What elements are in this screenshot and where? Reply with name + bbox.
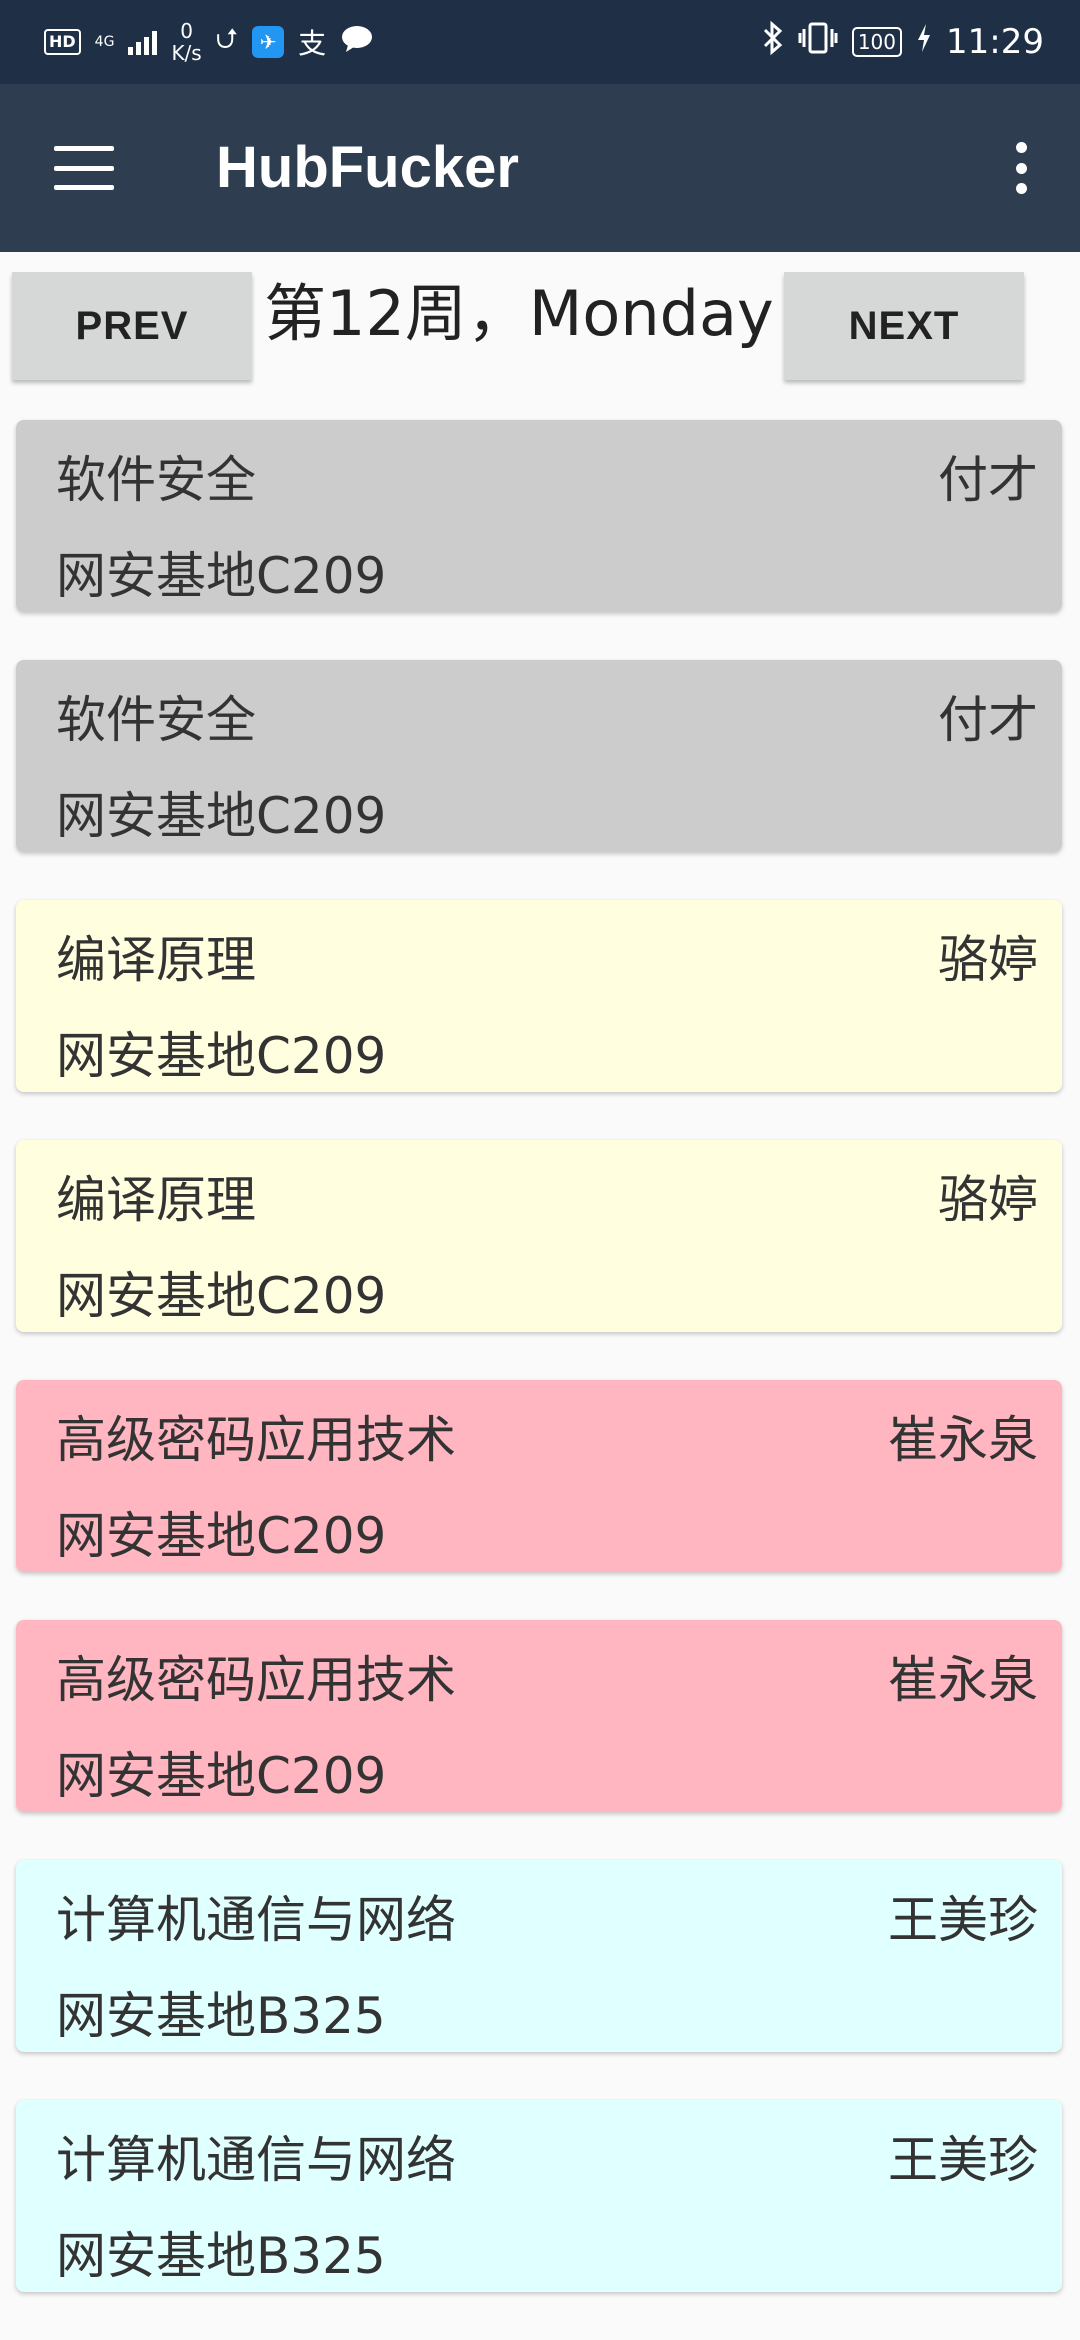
chat-icon — [340, 24, 374, 61]
course-card[interactable]: 软件安全 付才 网安基地C209 — [16, 420, 1062, 612]
app-bar: HubFucker — [0, 84, 1080, 252]
course-card[interactable]: 编译原理 骆婷 网安基地C209 — [16, 900, 1062, 1092]
course-room: 网安基地C209 — [56, 1747, 387, 1805]
course-card[interactable]: 软件安全 付才 网安基地C209 — [16, 660, 1062, 852]
course-name: 高级密码应用技术 — [56, 1411, 456, 1469]
charging-icon — [916, 22, 932, 62]
course-name: 计算机通信与网络 — [56, 2131, 456, 2189]
usb-icon: ⮍ — [215, 22, 239, 55]
course-name: 计算机通信与网络 — [56, 1891, 456, 1949]
course-teacher: 崔永泉 — [888, 1411, 1038, 1469]
app-notification-icon: ✈ — [252, 26, 285, 58]
course-teacher: 骆婷 — [938, 931, 1038, 989]
prev-button[interactable]: PREV — [12, 272, 252, 380]
course-card[interactable]: 编译原理 骆婷 网安基地C209 — [16, 1140, 1062, 1332]
bluetooth-icon — [762, 20, 784, 65]
more-vert-icon[interactable] — [1014, 142, 1028, 194]
week-day-label: 第12周，Monday — [264, 277, 774, 350]
course-card[interactable]: 高级密码应用技术 崔永泉 网安基地C209 — [16, 1380, 1062, 1572]
course-list: 软件安全 付才 网安基地C209 软件安全 付才 网安基地C209 编译原理 骆… — [16, 420, 1064, 2340]
course-teacher: 付才 — [938, 691, 1038, 749]
course-room: 网安基地C209 — [56, 1267, 387, 1325]
alipay-icon: 支 — [298, 27, 327, 60]
course-teacher: 骆婷 — [938, 1171, 1038, 1229]
course-room: 网安基地C209 — [56, 547, 387, 605]
status-right-group: 100 11:29 — [762, 16, 1044, 68]
course-name: 编译原理 — [56, 931, 256, 989]
next-button[interactable]: NEXT — [784, 272, 1024, 380]
course-room: 网安基地C209 — [56, 1507, 387, 1565]
status-left-group: HD 4G 0 K/s ⮍ ✈ 支 — [44, 16, 374, 68]
course-room: 网安基地C209 — [56, 787, 387, 845]
course-card[interactable]: 计算机通信与网络 王美珍 网安基地B325 — [16, 2100, 1062, 2292]
course-teacher: 崔永泉 — [888, 1651, 1038, 1709]
course-card[interactable]: 计算机通信与网络 王美珍 网安基地B325 — [16, 1860, 1062, 2052]
course-name: 软件安全 — [56, 691, 256, 749]
hd-icon: HD — [44, 29, 81, 55]
course-teacher: 王美珍 — [888, 2131, 1038, 2189]
signal-icon — [128, 29, 158, 55]
week-navigation: PREV 第12周，Monday NEXT — [0, 252, 1080, 392]
course-name: 高级密码应用技术 — [56, 1651, 456, 1709]
course-teacher: 王美珍 — [888, 1891, 1038, 1949]
course-card[interactable]: 高级密码应用技术 崔永泉 网安基地C209 — [16, 1620, 1062, 1812]
network-speed: 0 K/s — [171, 19, 202, 65]
vibrate-icon — [798, 21, 838, 64]
network-type: 4G — [94, 34, 115, 50]
course-room: 网安基地B325 — [56, 1987, 386, 2045]
course-room: 网安基地C209 — [56, 1027, 387, 1085]
course-teacher: 付才 — [938, 451, 1038, 509]
status-bar: HD 4G 0 K/s ⮍ ✈ 支 100 11:29 — [0, 0, 1080, 84]
clock: 11:29 — [946, 22, 1044, 62]
battery-icon: 100 — [851, 27, 903, 57]
hamburger-menu-icon[interactable] — [54, 146, 114, 190]
app-title: HubFucker — [216, 135, 519, 200]
course-room: 网安基地B325 — [56, 2227, 386, 2285]
course-name: 软件安全 — [56, 451, 256, 509]
course-name: 编译原理 — [56, 1171, 256, 1229]
